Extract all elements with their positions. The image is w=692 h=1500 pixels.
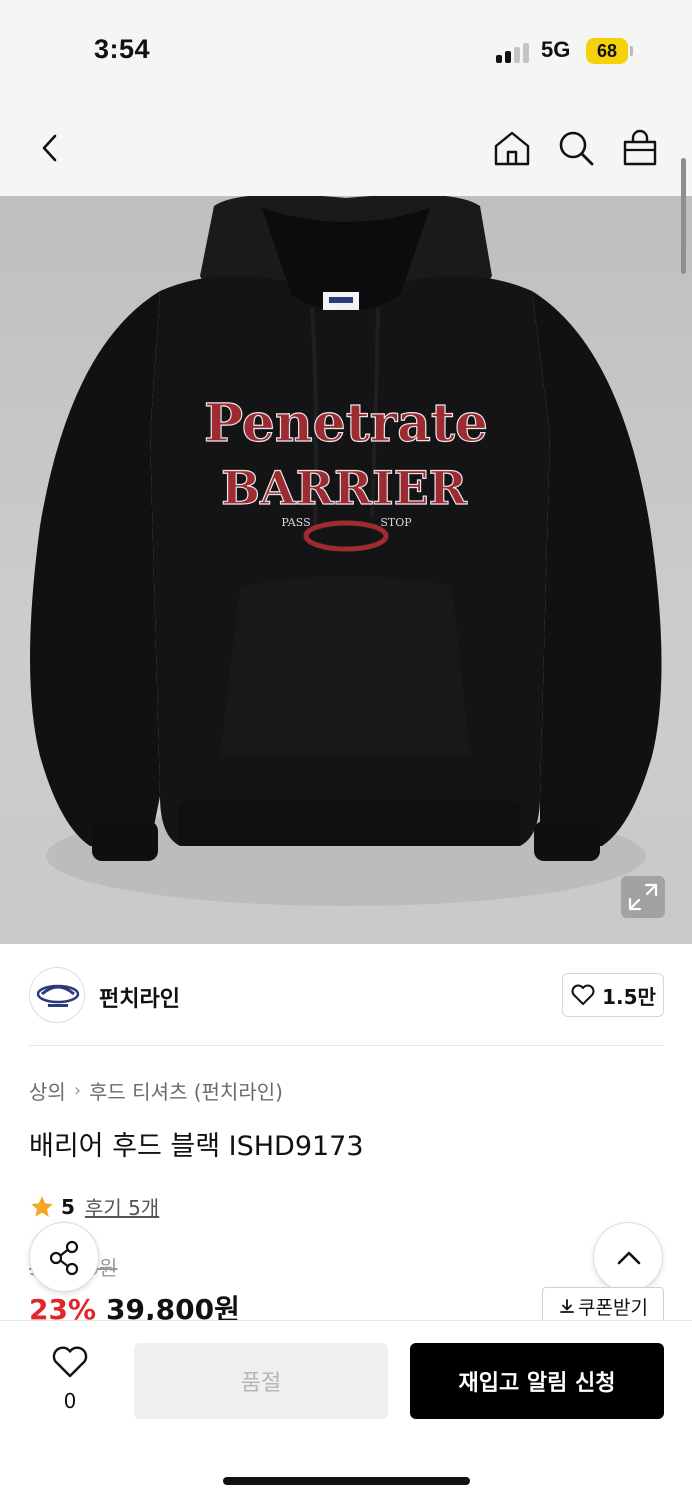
print-line1: Penetrate [204,393,488,454]
wish-button[interactable]: 0 [48,1345,92,1413]
expand-icon [628,883,658,911]
star-icon [31,1195,53,1217]
scroll-indicator[interactable] [681,158,686,274]
restock-alert-button[interactable]: 재입고 알림 신청 [410,1343,664,1419]
scroll-top-button[interactable] [593,1222,663,1292]
signal-icon [496,41,532,63]
print-left: PASS [281,516,310,529]
home-indicator [223,1477,470,1485]
chevron-right-icon: › [73,1080,82,1101]
expand-image-button[interactable] [621,876,665,918]
search-button[interactable] [556,128,596,168]
brand-row[interactable]: 펀치라인 1.5만 [0,945,692,1045]
back-button[interactable] [30,128,70,168]
home-button[interactable] [492,128,532,168]
product-image[interactable]: Penetrate BARRIER PASS STOP [0,196,692,944]
battery-icon: 68 [586,38,628,64]
product-title: 배리어 후드 블랙 ISHD9173 [29,1131,364,1162]
coupon-label: 쿠폰받기 [578,1296,648,1319]
rating-score: 5 [61,1194,75,1219]
print-line2: BARRIER [221,461,468,515]
shopping-bag-icon [623,129,657,166]
bottom-action-bar: 0 품절 재입고 알림 신청 [0,1320,692,1500]
breadcrumb-item[interactable]: 상의 [29,1076,66,1105]
share-icon [49,1240,79,1276]
brand-like-button[interactable]: 1.5만 [562,973,664,1017]
status-time: 3:54 [94,34,151,64]
wish-count: 0 [63,1389,77,1413]
network-label: 5G [541,37,571,62]
battery-tip [630,46,633,56]
brand-like-count: 1.5만 [602,984,656,1009]
status-bar: 3:54 5G 68 [0,0,692,100]
search-icon [559,131,594,166]
cart-button[interactable] [620,128,660,168]
breadcrumb-item[interactable]: 후드 티셔츠 (펀치라인) [89,1076,283,1105]
rating: 5 후기 5개 [29,1192,159,1221]
share-button[interactable] [29,1222,99,1292]
chevron-up-icon [617,1251,641,1265]
brand-name[interactable]: 펀치라인 [99,981,180,1013]
nav-bar [0,100,692,196]
soldout-button[interactable]: 품절 [134,1343,388,1419]
home-icon [494,131,530,166]
breadcrumb: 상의 › 후드 티셔츠 (펀치라인) [29,1076,283,1105]
hoodie-photo: Penetrate BARRIER PASS STOP [30,196,662,906]
brand-logo[interactable] [29,967,85,1023]
review-link[interactable]: 후기 5개 [85,1192,159,1221]
print-right: STOP [380,516,412,529]
heart-icon [571,984,595,1005]
download-icon [560,1299,574,1313]
divider [29,1045,664,1046]
heart-icon [52,1346,88,1378]
chevron-left-icon [42,134,57,162]
